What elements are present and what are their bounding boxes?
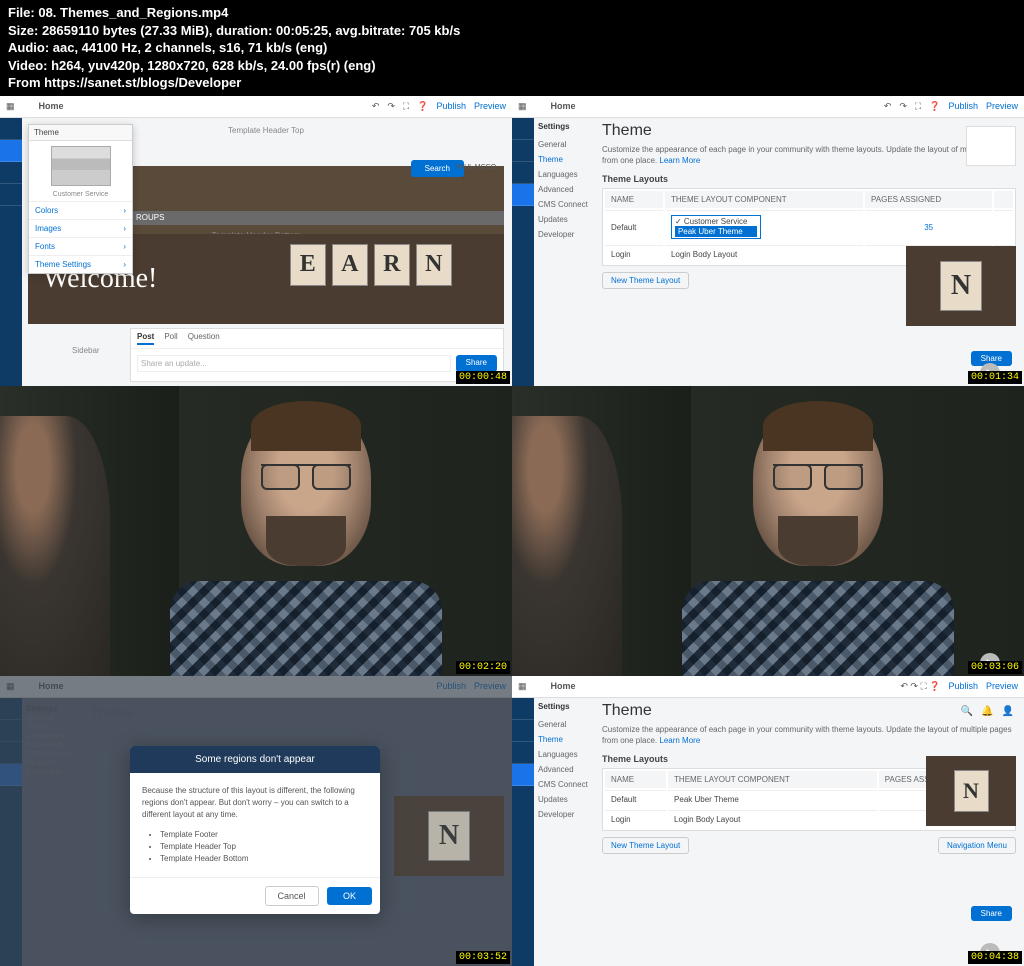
tab-question[interactable]: Question bbox=[188, 332, 220, 345]
tile-n: N bbox=[416, 244, 452, 286]
help-icon[interactable]: ❓ bbox=[417, 101, 428, 112]
ok-button[interactable]: OK bbox=[327, 887, 372, 905]
timestamp: 00:03:06 bbox=[968, 661, 1022, 674]
tile-a: A bbox=[332, 244, 368, 286]
help-icon[interactable]: ❓ bbox=[929, 101, 940, 112]
settings-nav: Settings General Theme Languages Advance… bbox=[538, 122, 596, 242]
timestamp: 00:02:20 bbox=[456, 661, 510, 674]
timestamp: 00:01:34 bbox=[968, 371, 1022, 384]
nav-theme[interactable]: Theme bbox=[538, 152, 596, 167]
rail-settings-icon[interactable] bbox=[0, 184, 22, 206]
thumbnail-6: ▦Home ↶ ↷ ⛶ ❓ PublishPreview Settings Ge… bbox=[512, 676, 1024, 966]
timestamp: 00:00:48 bbox=[456, 371, 510, 384]
from-label: From https://sanet.st/blogs/Developer bbox=[8, 75, 241, 90]
page-title: Theme bbox=[602, 122, 1016, 140]
rail-pages-icon[interactable] bbox=[0, 118, 22, 140]
learn-more-link[interactable]: Learn More bbox=[659, 156, 700, 165]
tile-n: N bbox=[940, 261, 982, 311]
share-button[interactable]: Share bbox=[456, 355, 497, 372]
modal-item: Template Header Top bbox=[160, 841, 368, 853]
interviewer bbox=[512, 416, 622, 676]
navigation-menu-button[interactable]: Navigation Menu bbox=[938, 837, 1016, 854]
preview-card bbox=[966, 126, 1016, 166]
settings-title: Settings bbox=[538, 122, 596, 131]
metadata-header: File: 08. Themes_and_Regions.mp4 Size: 2… bbox=[0, 0, 1024, 96]
thumbnail-5: ▦Home PublishPreview Settings GeneralThe… bbox=[0, 676, 512, 966]
nav-languages[interactable]: Languages bbox=[538, 167, 596, 182]
publish-button[interactable]: Publish bbox=[436, 101, 466, 111]
redo-icon[interactable]: ↷ bbox=[899, 101, 907, 112]
theme-fonts[interactable]: Fonts› bbox=[29, 237, 132, 255]
tab-poll[interactable]: Poll bbox=[164, 332, 177, 345]
tile-e: E bbox=[290, 244, 326, 286]
modal-item: Template Footer bbox=[160, 829, 368, 841]
tile-r: R bbox=[374, 244, 410, 286]
redo-icon[interactable]: ↷ bbox=[387, 101, 395, 112]
thumbnail-2: ▦Home ↶↷⛶❓ Publish Preview Settings Gene… bbox=[512, 96, 1024, 386]
video-value: h264, yuv420p, 1280x720, 628 kb/s, 24.00… bbox=[48, 58, 376, 73]
audio-label: Audio: bbox=[8, 40, 49, 55]
timestamp: 00:03:52 bbox=[456, 951, 510, 964]
modal-item: Template Header Bottom bbox=[160, 853, 368, 865]
builder-toolbar: ▦Home ↶↷⛶❓ Publish Preview bbox=[512, 96, 1024, 118]
nav-developer[interactable]: Developer bbox=[538, 227, 596, 242]
builder-rail bbox=[0, 118, 22, 386]
nav-advanced[interactable]: Advanced bbox=[538, 182, 596, 197]
builder-toolbar: ▦Home ↶ ↷ ⛶ ❓ Publish Preview bbox=[0, 96, 512, 118]
interviewer bbox=[0, 416, 110, 676]
rail-theme-icon[interactable] bbox=[0, 140, 22, 162]
regions-modal: Some regions don't appear Because the st… bbox=[130, 746, 380, 914]
region-sidebar: Sidebar bbox=[72, 346, 100, 355]
nav-general[interactable]: General bbox=[538, 137, 596, 152]
feed-composer: Post Poll Question Share an update... Sh… bbox=[130, 328, 504, 382]
home-crumb[interactable]: Home bbox=[39, 101, 64, 111]
theme-colors[interactable]: Colors› bbox=[29, 201, 132, 219]
dropdown-option[interactable]: Peak Uber Theme bbox=[675, 226, 757, 237]
bell-icon[interactable]: 🔔 bbox=[981, 706, 993, 717]
rail-structure-icon[interactable] bbox=[0, 162, 22, 184]
user-menu[interactable]: PAUL MCCO... bbox=[455, 164, 502, 171]
layout-component-select[interactable]: ✓ Customer ServicePeak Uber Theme bbox=[671, 215, 761, 239]
theme-preview[interactable] bbox=[51, 146, 111, 186]
new-theme-layout-button[interactable]: New Theme Layout bbox=[602, 272, 689, 289]
video-label: Video: bbox=[8, 58, 48, 73]
thumbnail-1: ▦Home ↶ ↷ ⛶ ❓ Publish Preview Template H… bbox=[0, 96, 512, 386]
theme-images[interactable]: Images› bbox=[29, 219, 132, 237]
timestamp: 00:04:38 bbox=[968, 951, 1022, 964]
expand-icon[interactable]: ⛶ bbox=[403, 101, 409, 112]
presenter bbox=[642, 406, 994, 676]
thumbnail-3: 00:02:20 bbox=[0, 386, 512, 676]
presenter bbox=[130, 406, 482, 676]
share-input[interactable]: Share an update... bbox=[137, 355, 451, 372]
avatar-icon[interactable]: 👤 bbox=[1002, 706, 1014, 717]
theme-settings[interactable]: Theme Settings› bbox=[29, 255, 132, 273]
size-value: 28659110 bytes (27.33 MiB), duration: 00… bbox=[38, 23, 460, 38]
modal-title: Some regions don't appear bbox=[130, 746, 380, 773]
file-value: 08. Themes_and_Regions.mp4 bbox=[35, 5, 229, 20]
new-theme-layout-button[interactable]: New Theme Layout bbox=[602, 837, 689, 854]
audio-value: aac, 44100 Hz, 2 channels, s16, 71 kb/s … bbox=[49, 40, 327, 55]
preview-button[interactable]: Preview bbox=[474, 101, 506, 111]
undo-icon[interactable]: ↶ bbox=[372, 101, 380, 112]
thumbnail-4: ▶ 00:03:06 bbox=[512, 386, 1024, 676]
theme-badge: Customer Service bbox=[29, 191, 132, 201]
theme-flyout-title: Theme bbox=[29, 125, 132, 141]
header-icons: 🔍 🔔 👤 bbox=[961, 706, 1014, 717]
nav-groups[interactable]: ROUPS bbox=[130, 211, 504, 225]
file-label: File: bbox=[8, 5, 35, 20]
nav-updates[interactable]: Updates bbox=[538, 212, 596, 227]
theme-flyout: Theme Customer Service Colors› Images› F… bbox=[28, 124, 133, 274]
theme-layouts-label: Theme Layouts bbox=[602, 174, 1016, 184]
tab-post[interactable]: Post bbox=[137, 332, 154, 345]
undo-icon[interactable]: ↶ bbox=[884, 101, 892, 112]
nav-cms[interactable]: CMS Connect bbox=[538, 197, 596, 212]
expand-icon[interactable]: ⛶ bbox=[915, 101, 921, 112]
modal-body: Because the structure of this layout is … bbox=[142, 785, 368, 821]
cancel-button[interactable]: Cancel bbox=[265, 886, 319, 906]
size-label: Size: bbox=[8, 23, 38, 38]
search-icon[interactable]: 🔍 bbox=[961, 706, 973, 717]
